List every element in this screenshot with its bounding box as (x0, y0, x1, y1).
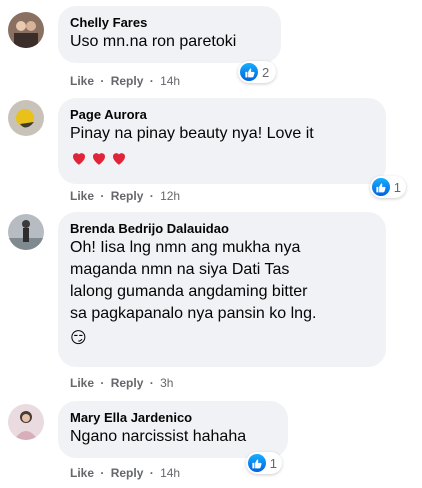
comment-text: Ngano narcissist hahaha (70, 428, 247, 445)
emoji: 😏 (70, 330, 87, 347)
like-button[interactable]: Like (70, 74, 94, 88)
separator: · (100, 376, 105, 390)
comment-bubble: Mary Ella Jardenico Ngano narcissist hah… (58, 401, 288, 458)
comment-timestamp[interactable]: 12h (160, 189, 180, 203)
comment-text: Pinay na pinay beauty nya! Love it (70, 125, 314, 142)
comment-timestamp[interactable]: 3h (160, 376, 173, 390)
avatar[interactable] (8, 214, 44, 250)
comment-timestamp[interactable]: 14h (160, 74, 180, 88)
comment-bubble: Page Aurora Pinay na pinay beauty nya! L… (58, 98, 386, 184)
like-button[interactable]: Like (70, 376, 94, 390)
comment-timestamp[interactable]: 14h (160, 466, 180, 480)
avatar[interactable] (8, 12, 44, 48)
reply-button[interactable]: Reply (111, 376, 144, 390)
comment-bubble: Brenda Bedrijo Dalauidao Oh! Iisa lng nm… (58, 212, 386, 367)
comment-actions: Like · Reply · 14h (70, 465, 180, 481)
separator: · (149, 189, 154, 203)
avatar[interactable] (8, 100, 44, 136)
like-button[interactable]: Like (70, 466, 94, 480)
separator: · (149, 74, 154, 88)
comment-author[interactable]: Brenda Bedrijo Dalauidao (70, 220, 374, 237)
comment-actions: Like · Reply · 3h (70, 375, 173, 391)
separator: · (100, 74, 105, 88)
comment-bubble: Chelly Fares Uso mn.na ron paretoki (58, 6, 281, 63)
reaction-count[interactable]: 2 (238, 61, 276, 83)
heart-emoji-row (70, 149, 374, 167)
comment-text: Oh! Iisa lng nmn ang mukha nya maganda n… (70, 239, 317, 322)
reply-button[interactable]: Reply (111, 466, 144, 480)
comment-actions: Like · Reply · 12h (70, 188, 180, 204)
reaction-count[interactable]: 1 (246, 452, 282, 474)
comment-author[interactable]: Mary Ella Jardenico (70, 409, 276, 426)
separator: · (149, 466, 154, 480)
reaction-count[interactable]: 1 (370, 176, 406, 198)
heart-icon (73, 153, 85, 165)
comment-author[interactable]: Chelly Fares (70, 14, 269, 31)
heart-icon (113, 153, 125, 165)
reply-button[interactable]: Reply (111, 74, 144, 88)
reaction-number: 1 (269, 455, 277, 471)
like-button[interactable]: Like (70, 189, 94, 203)
comment-author[interactable]: Page Aurora (70, 106, 374, 123)
heart-icon (93, 153, 105, 165)
separator: · (149, 376, 154, 390)
reaction-number: 1 (393, 179, 401, 195)
like-reaction-icon (248, 454, 266, 472)
like-reaction-icon (372, 178, 390, 196)
comment-text: Uso mn.na ron paretoki (70, 33, 237, 50)
separator: · (100, 466, 105, 480)
avatar[interactable] (8, 404, 44, 440)
like-reaction-icon (240, 63, 258, 81)
comment-actions: Like · Reply · 14h (70, 73, 180, 89)
reaction-number: 2 (262, 64, 270, 80)
separator: · (100, 189, 105, 203)
reply-button[interactable]: Reply (111, 189, 144, 203)
